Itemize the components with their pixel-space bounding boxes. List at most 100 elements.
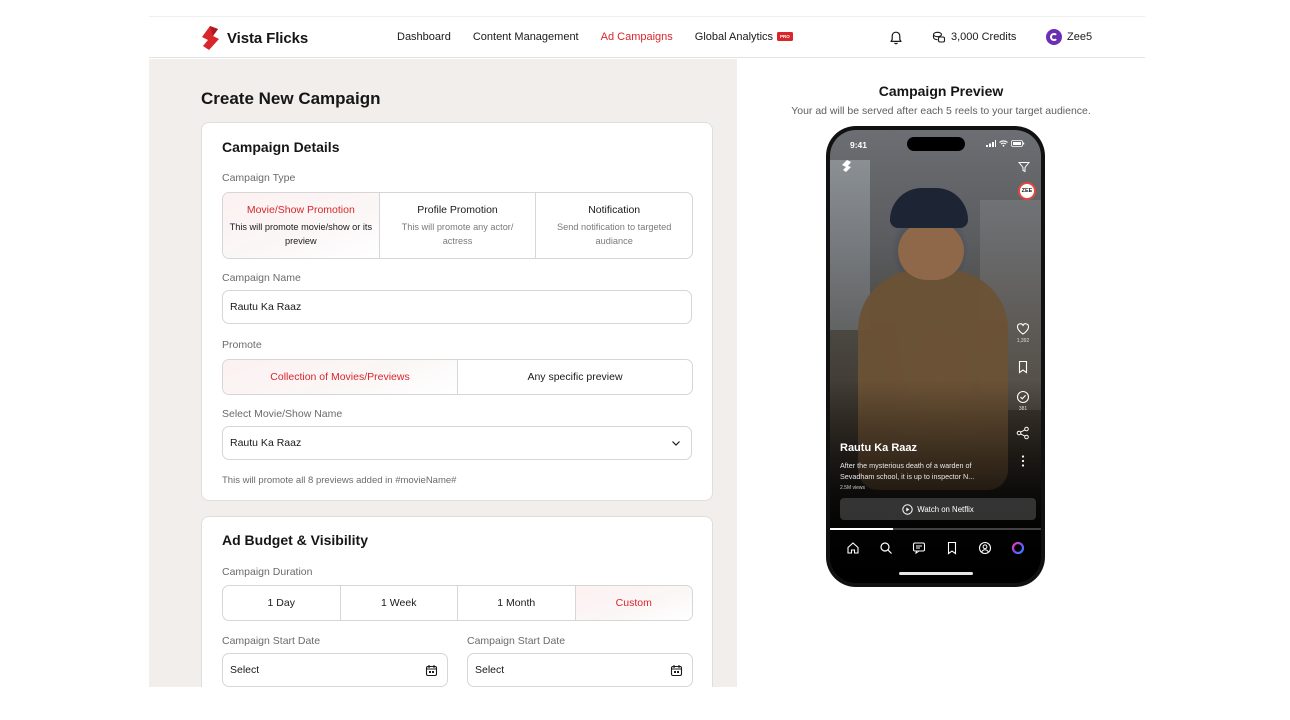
app-window: Vista Flicks Dashboard Content Managemen… [149,16,1145,687]
home-indicator [899,572,973,575]
dynamic-island [907,137,965,151]
nav-global-analytics[interactable]: Global Analytics PRO [695,31,793,43]
nav-ad-campaigns[interactable]: Ad Campaigns [601,31,673,43]
signal-icon [986,140,996,147]
promote-option-collection[interactable]: Collection of Movies/Previews [223,360,458,394]
video-progress-bar[interactable] [830,528,1041,530]
campaign-name-input[interactable]: Rautu Ka Raaz [222,290,692,324]
page-title: Create New Campaign [201,89,381,108]
calendar-icon [425,664,438,676]
more-vertical-icon [1021,455,1025,467]
filter-icon[interactable] [1018,161,1030,173]
share-icon [1016,426,1029,440]
phone-screen: 9:41 ZEE 1,392 381 Rautu Ka Raaz After t… [830,130,1041,583]
credits-label: 3,000 Credits [951,31,1017,43]
campaign-details-title: Campaign Details [222,139,340,155]
video-figure-face [898,222,964,280]
duration-option-label: 1 Month [497,597,536,609]
search-icon[interactable] [879,541,893,555]
like-action[interactable]: 1,392 [1016,322,1030,344]
bell-icon[interactable] [888,30,904,46]
watched-action[interactable]: 381 [1016,390,1030,412]
status-time: 9:41 [850,140,868,150]
campaign-details-card: Campaign Details Campaign Type Movie/Sho… [201,122,713,501]
type-option-title: Movie/Show Promotion [246,203,355,216]
movie-select-value: Rautu Ka Raaz [230,437,302,449]
home-icon[interactable] [846,541,860,555]
calendar-icon [670,664,683,676]
budget-title: Ad Budget & Visibility [222,532,368,548]
type-option-desc: This will promote movie/show or its prev… [229,221,373,246]
credits-display[interactable]: 3,000 Credits [932,30,1016,44]
share-action[interactable] [1016,426,1030,440]
duration-option-1-month[interactable]: 1 Month [458,586,576,620]
video-progress-fill [830,528,894,530]
chat-icon[interactable] [912,541,926,555]
video-title: Rautu Ka Raaz [840,442,918,454]
video-views: 2.5M views [840,485,866,491]
duration-option-1-day[interactable]: 1 Day [223,586,341,620]
phone-mockup: 9:41 ZEE 1,392 381 Rautu Ka Raaz After t… [826,126,1045,587]
campaign-name-label: Campaign Name [222,272,301,284]
more-action[interactable] [1016,454,1030,468]
movie-select-dropdown[interactable]: Rautu Ka Raaz [222,426,692,460]
start-date-value-2: Select [475,664,505,676]
main-nav: Dashboard Content Management Ad Campaign… [397,31,793,43]
profile-icon[interactable] [978,541,992,555]
campaign-preview-panel: Campaign Preview Your ad will be served … [737,59,1145,587]
type-option-movie-show[interactable]: Movie/Show Promotion This will promote m… [223,193,380,258]
promote-label: Promote [222,339,262,351]
video-side-actions: 1,392 381 [1011,322,1035,468]
status-icons [986,140,1025,147]
promote-option-label: Collection of Movies/Previews [270,371,410,383]
start-date-label-2: Campaign Start Date [467,635,566,647]
start-date-picker-2[interactable]: Select [467,653,693,687]
avatar-logo-icon [1050,33,1058,41]
nav-content-management[interactable]: Content Management [473,31,579,43]
type-option-title: Notification [588,203,641,216]
watched-count: 381 [1018,406,1028,412]
channel-avatar-label: ZEE [1021,188,1033,194]
start-date-value: Select [230,664,260,676]
channel-avatar[interactable]: ZEE [1018,182,1036,200]
type-option-profile[interactable]: Profile Promotion This will promote any … [380,193,537,258]
brand-name: Vista Flicks [227,29,309,47]
type-option-notification[interactable]: Notification Send notification to target… [536,193,692,258]
video-figure-cap [890,188,968,228]
duration-option-custom[interactable]: Custom [575,586,692,620]
promote-option-specific[interactable]: Any specific preview [458,360,692,394]
ai-assistant-icon[interactable] [1011,541,1025,555]
heart-icon [1016,323,1030,335]
chevron-down-icon [672,441,680,446]
type-option-desc: Send notification to targeted audiance [556,221,672,246]
budget-visibility-card: Ad Budget & Visibility Campaign Duration… [201,516,713,687]
promote-selector: Collection of Movies/Previews Any specif… [222,359,693,395]
duration-option-label: 1 Week [381,597,417,609]
bookmark-tab-icon[interactable] [945,541,959,555]
app-logo-icon [842,160,851,172]
bookmark-action[interactable] [1016,360,1030,374]
duration-label: Campaign Duration [222,566,313,578]
bookmark-icon [1018,360,1028,374]
brand-logo-icon [202,26,219,50]
video-description: After the mysterious death of a warden o… [840,461,975,481]
duration-option-1-week[interactable]: 1 Week [341,586,458,620]
coins-icon [932,31,946,43]
brand[interactable]: Vista Flicks [201,25,308,51]
watch-on-netflix-button[interactable]: Watch on Netflix [840,498,1036,520]
start-date-label: Campaign Start Date [222,635,321,647]
user-name: Zee5 [1067,31,1093,43]
type-option-desc: This will promote any actor/ actress [401,221,514,246]
campaign-name-value: Rautu Ka Raaz [230,301,302,313]
nav-dashboard[interactable]: Dashboard [397,31,451,43]
nav-global-analytics-label: Global Analytics [694,31,774,43]
start-date-picker[interactable]: Select [222,653,448,687]
user-menu[interactable]: Zee5 [1046,29,1092,45]
duration-option-label: Custom [615,597,652,609]
campaign-form-panel: Create New Campaign Campaign Details Cam… [149,59,737,687]
pro-badge: PRO [777,32,793,41]
preview-title: Campaign Preview [878,83,1004,99]
like-count: 1,392 [1016,338,1030,344]
duration-selector: 1 Day 1 Week 1 Month Custom [222,585,693,621]
campaign-type-label: Campaign Type [222,172,296,184]
